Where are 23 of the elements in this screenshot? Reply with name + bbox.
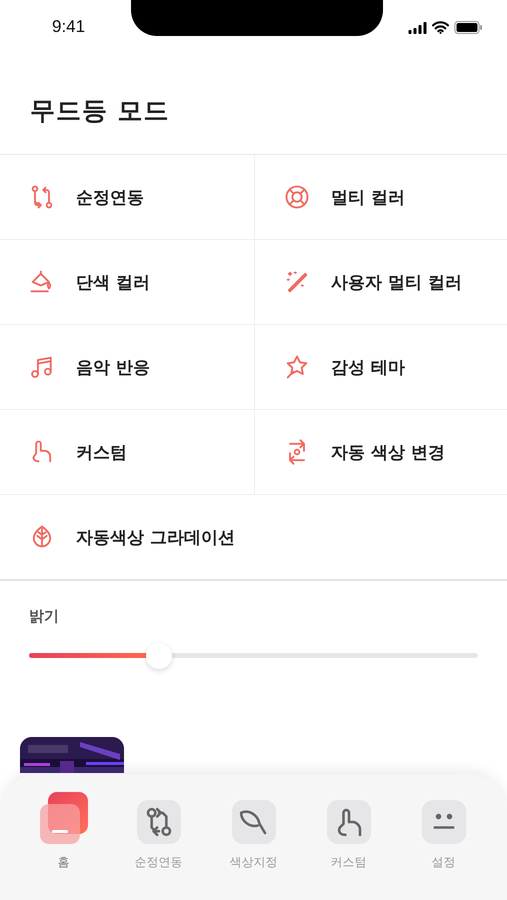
page-title: 무드등 모드 [30,95,171,127]
mode-item[interactable]: 감성 테마 [255,325,507,410]
brightness-slider[interactable] [29,643,478,669]
slider-thumb[interactable] [146,643,172,669]
tab-icon [136,800,180,844]
tab-icon [422,800,466,844]
clock-time: 9:41 [52,17,86,37]
tab-item[interactable]: 홈 [24,792,104,871]
mode-item[interactable]: 음악 반응 [0,325,255,410]
wifi-icon [432,21,449,34]
battery-icon [454,21,483,34]
tab-icon [232,800,276,844]
signal-icon [408,22,427,34]
tab-icon [326,800,370,844]
mode-item[interactable]: 단색 컬러 [0,240,255,325]
mode-item[interactable]: 자동색상 그라데이션 [0,495,507,581]
mode-icon [283,183,311,211]
mode-item[interactable]: 순정연동 [0,155,255,240]
mode-item[interactable]: 멀티 컬러 [255,155,507,240]
mode-item[interactable]: 자동 색상 변경 [255,410,507,495]
mode-item[interactable]: 사용자 멀티 컬러 [255,240,507,325]
mode-item[interactable]: 커스텀 [0,410,255,495]
brightness-label: 밝기 [29,607,60,626]
